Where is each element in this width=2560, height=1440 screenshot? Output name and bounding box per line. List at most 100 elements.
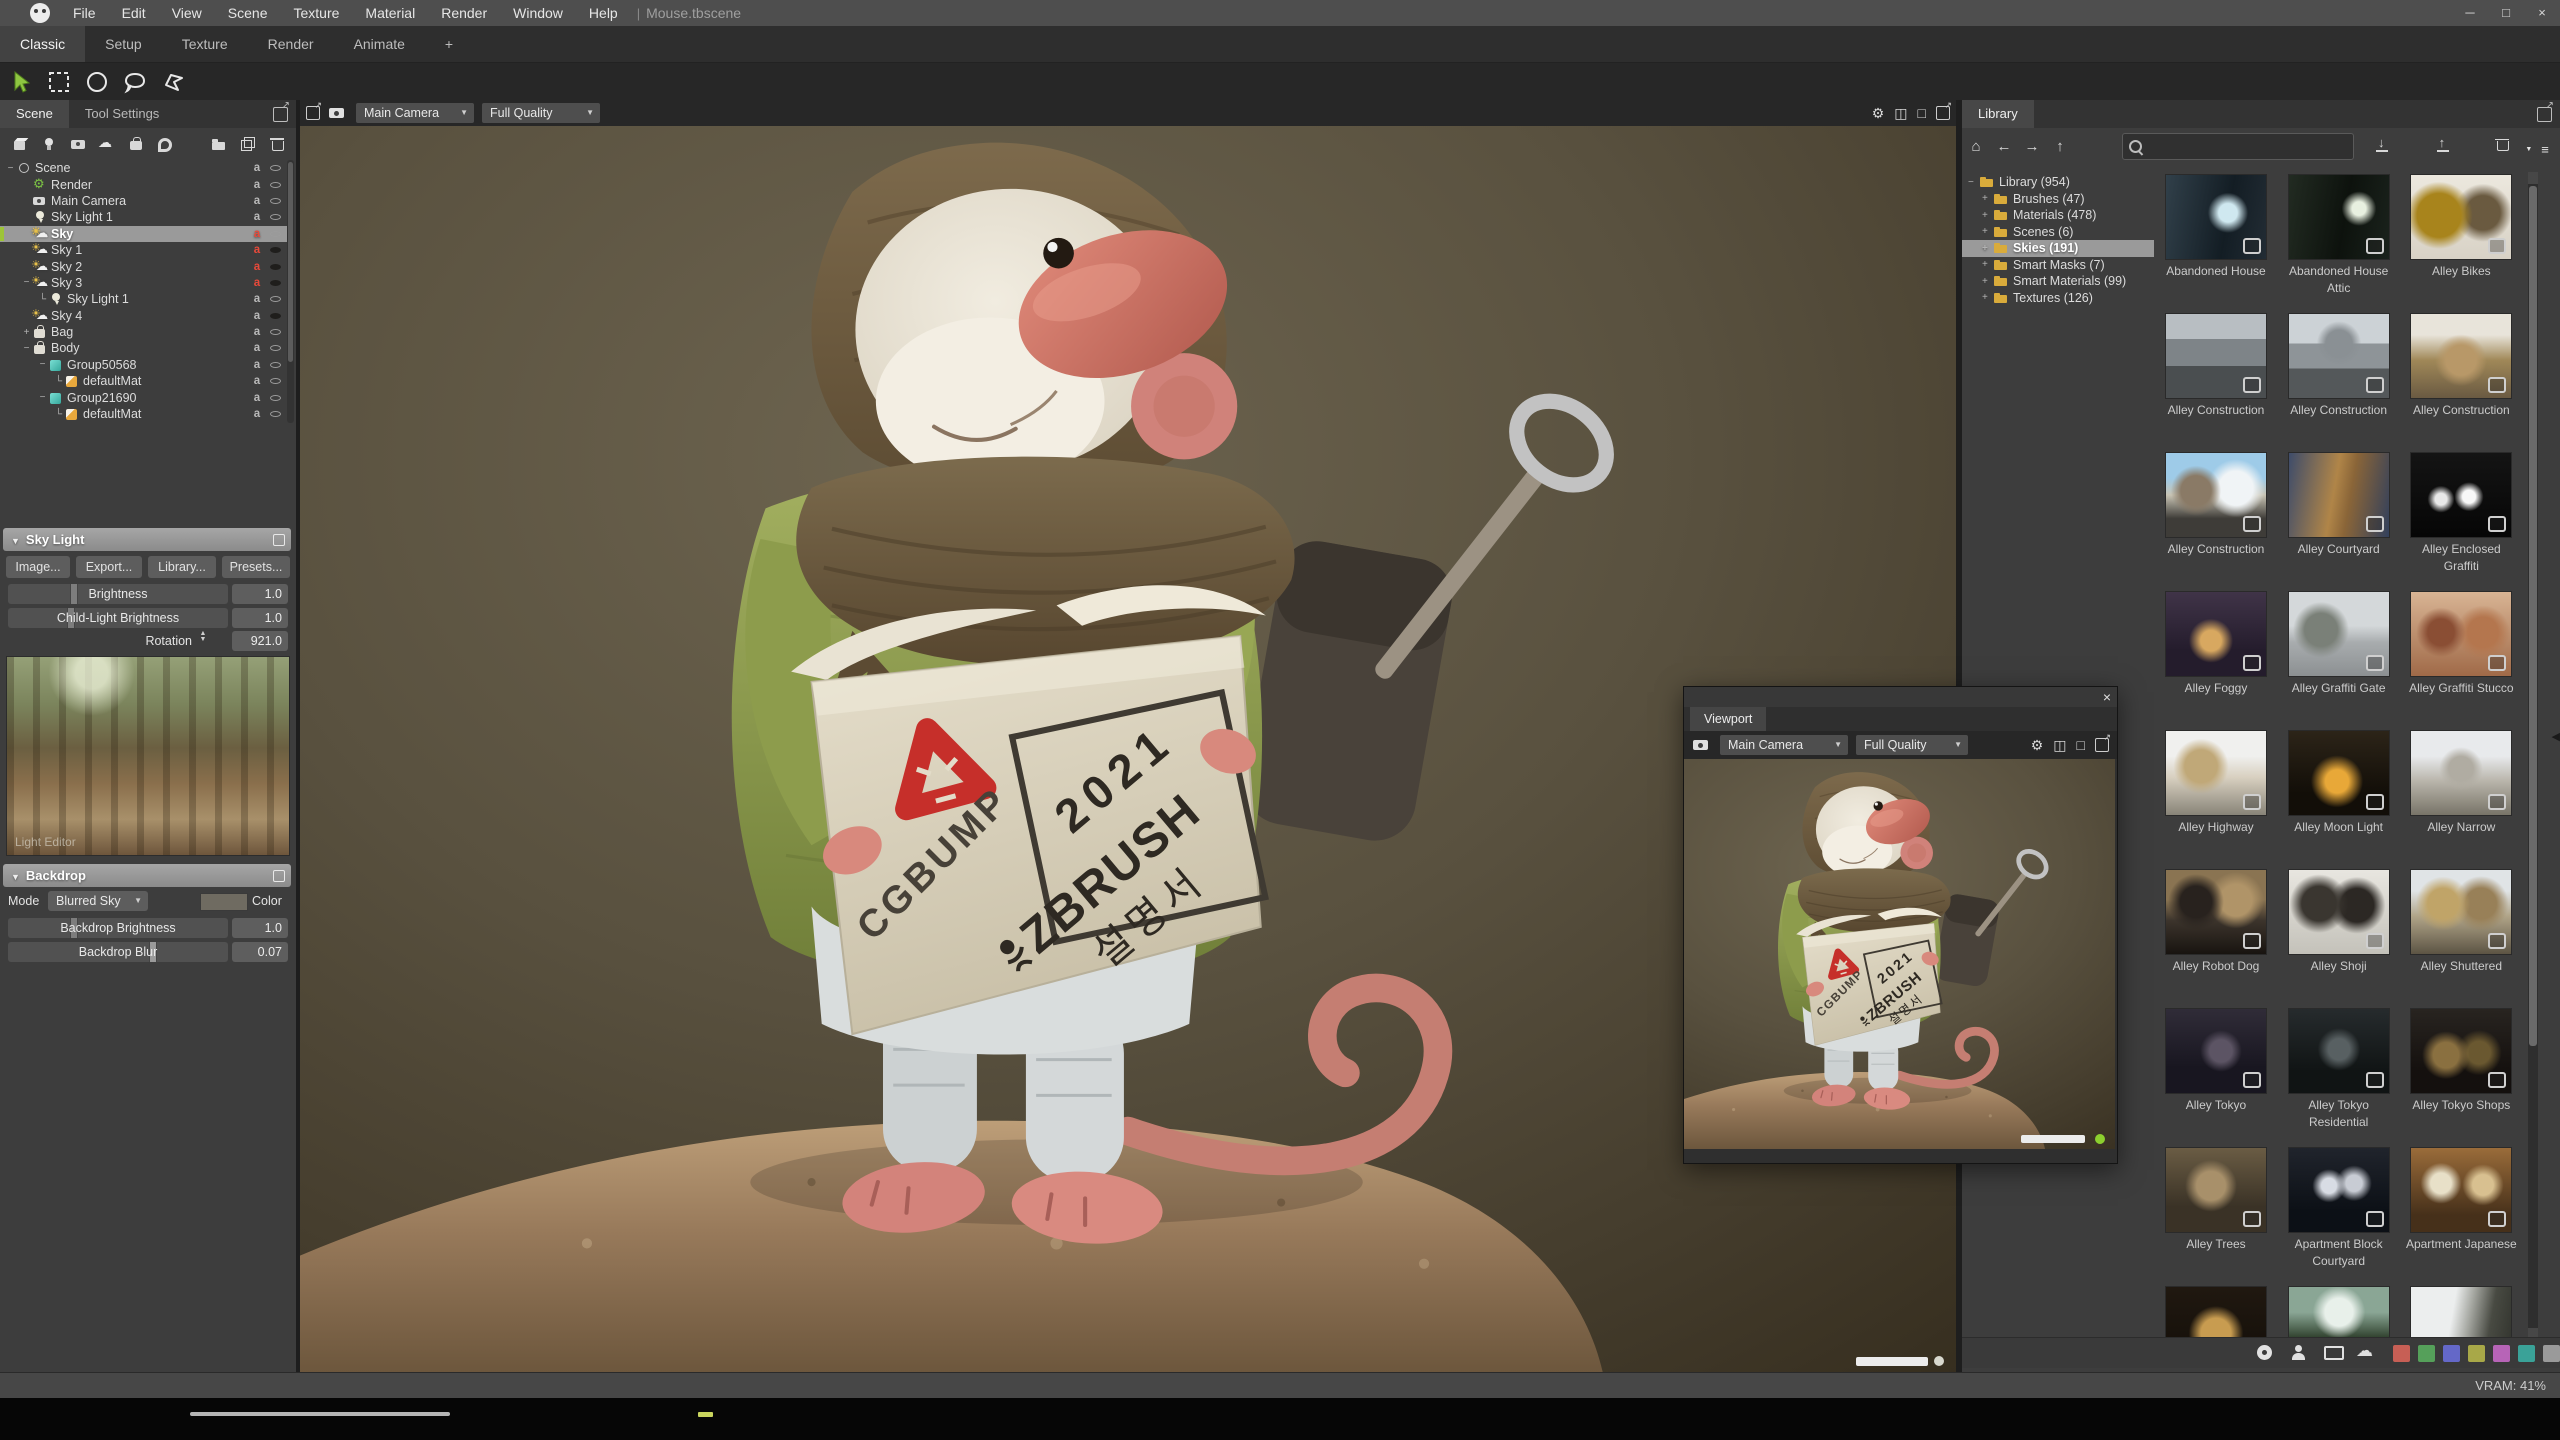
child-light-brightness-value[interactable]: 1.0 (232, 608, 288, 628)
cursor-select-tool-icon[interactable] (4, 68, 38, 96)
visibility-eye-icon[interactable] (268, 196, 283, 206)
scene-tree-row[interactable]: └ Sky Light 1 a (0, 291, 288, 307)
library-item-thumbnail[interactable] (2410, 174, 2512, 260)
library-item-thumbnail[interactable] (2288, 1286, 2390, 1340)
library-item-thumbnail[interactable] (2165, 313, 2267, 399)
download-icon[interactable] (2373, 136, 2391, 153)
minimize-button[interactable]: ─ (2452, 0, 2488, 26)
marquee-select-tool-icon[interactable] (42, 68, 76, 96)
lock-icon[interactable]: a (250, 244, 264, 256)
spin-down-icon[interactable]: ▼ (198, 637, 208, 643)
floating-viewport-scene[interactable] (1684, 759, 2115, 1149)
library-item[interactable]: Abandoned House (2156, 172, 2276, 311)
tree-expander[interactable]: └ (53, 376, 64, 387)
library-item-thumbnail[interactable] (2288, 1147, 2390, 1233)
scene-tree-row[interactable]: + Bag a (0, 324, 288, 340)
library-item[interactable]: Alley Trees (2156, 1145, 2276, 1284)
viewport-settings-gear-icon[interactable]: ⚙ (1872, 105, 1885, 122)
camera-dropdown[interactable]: Main Camera ▼ (1720, 735, 1848, 755)
visibility-eye-icon[interactable] (268, 327, 283, 337)
library-item[interactable]: Alley Construction (2156, 311, 2276, 450)
scene-tree-row[interactable]: − Group21690 a (0, 389, 288, 405)
visibility-eye-icon[interactable] (268, 278, 283, 288)
library-item-thumbnail[interactable] (2410, 313, 2512, 399)
local-library-icon[interactable] (2322, 1344, 2344, 1362)
add-camera-icon[interactable] (69, 136, 87, 153)
library-item-thumbnail[interactable] (2410, 869, 2512, 955)
scene-tree-row[interactable]: Sky Light 1 a (0, 209, 288, 225)
tab-scene[interactable]: Scene (0, 100, 69, 128)
ellipse-select-tool-icon[interactable] (80, 68, 114, 96)
library-item-thumbnail[interactable] (2410, 730, 2512, 816)
scene-tree-row[interactable]: − Body a (0, 340, 288, 356)
visibility-eye-icon[interactable] (268, 393, 283, 403)
library-item-thumbnail[interactable] (2165, 591, 2267, 677)
library-item[interactable] (2279, 1284, 2399, 1340)
library-item-thumbnail[interactable] (2410, 591, 2512, 677)
library-item-thumbnail[interactable] (2410, 452, 2512, 538)
menu-edit[interactable]: Edit (109, 0, 159, 26)
marmoset-account-icon[interactable] (2254, 1344, 2276, 1362)
add-object-icon[interactable] (11, 136, 29, 153)
visibility-eye-icon[interactable] (268, 180, 283, 190)
lock-icon[interactable]: a (250, 179, 264, 191)
panel-collapse-arrow-icon[interactable]: ◀ (2552, 730, 2560, 743)
cloud-library-icon[interactable] (2356, 1344, 2378, 1362)
library-item[interactable]: Alley Tokyo (2156, 1006, 2276, 1145)
scene-tree-row[interactable]: − Scene a (0, 160, 288, 176)
menu-window[interactable]: Window (500, 0, 576, 26)
lock-icon[interactable]: a (250, 277, 264, 289)
viewport-split-icon[interactable]: ◫ (2053, 737, 2066, 754)
workspace-tab[interactable]: Setup (85, 26, 162, 62)
lock-icon[interactable]: a (250, 342, 264, 354)
delete-icon[interactable] (268, 136, 286, 153)
backdrop-brightness-slider[interactable]: Backdrop Brightness (8, 918, 228, 938)
visibility-eye-icon[interactable] (268, 212, 283, 222)
tab-tool-settings[interactable]: Tool Settings (69, 100, 175, 128)
library-item[interactable]: Alley Highway (2156, 728, 2276, 867)
library-item[interactable]: Alley Graffiti Gate (2279, 589, 2399, 728)
rotation-spinner[interactable]: ▲ ▼ (198, 631, 208, 643)
timeline-segment[interactable] (190, 1412, 450, 1416)
library-item[interactable] (2156, 1284, 2276, 1340)
lock-icon[interactable]: a (250, 261, 264, 273)
brightness-slider[interactable]: Brightness (8, 584, 228, 604)
visibility-eye-icon[interactable] (268, 294, 283, 304)
workspace-tab[interactable]: Animate (334, 26, 425, 62)
scene-tree-row[interactable]: └ defaultMat a (0, 406, 288, 422)
visibility-eye-icon[interactable] (268, 409, 283, 419)
visibility-eye-icon[interactable] (268, 229, 283, 239)
workspace-tab[interactable]: + (425, 26, 473, 62)
library-item[interactable]: Alley Robot Dog (2156, 867, 2276, 1006)
panel-popout-icon[interactable] (2537, 107, 2552, 122)
tree-expander[interactable]: − (5, 163, 16, 174)
tree-expander[interactable]: └ (37, 294, 48, 305)
scene-tree-row[interactable]: └ defaultMat a (0, 373, 288, 389)
library-item[interactable]: Alley Narrow (2401, 728, 2521, 867)
user-icon[interactable] (2288, 1344, 2310, 1362)
color-tag-swatch[interactable] (2493, 1345, 2510, 1362)
up-level-icon[interactable]: ↑ (2046, 138, 2074, 155)
visibility-eye-icon[interactable] (268, 262, 283, 272)
menu-help[interactable]: Help (576, 0, 631, 26)
library-item[interactable]: Alley Construction (2279, 311, 2399, 450)
library-item-thumbnail[interactable] (2288, 452, 2390, 538)
color-tag-swatch[interactable] (2418, 1345, 2435, 1362)
workspace-tab[interactable]: Classic (0, 26, 85, 62)
library-tree-row[interactable]: + Scenes (6) (1962, 224, 2154, 241)
back-icon[interactable]: ← (1990, 138, 2018, 155)
backdrop-mode-dropdown[interactable]: Blurred Sky ▼ (48, 891, 148, 911)
lasso-select-tool-icon[interactable] (118, 68, 152, 96)
lock-icon[interactable]: a (250, 211, 264, 223)
tree-expander[interactable]: + (21, 327, 32, 338)
library-item-thumbnail[interactable] (2165, 1286, 2267, 1340)
timeline-marker[interactable] (698, 1412, 713, 1417)
menu-material[interactable]: Material (352, 0, 428, 26)
sky-light-section-header[interactable]: ▼Sky Light (3, 528, 291, 551)
menu-view[interactable]: View (159, 0, 215, 26)
forward-icon[interactable]: → (2018, 138, 2046, 155)
library-item[interactable]: Alley Construction (2156, 450, 2276, 589)
library-item[interactable]: Alley Enclosed Graffiti (2401, 450, 2521, 589)
camera-dropdown[interactable]: Main Camera ▼ (356, 103, 474, 123)
scene-tree-row[interactable]: Sky a (0, 226, 288, 242)
